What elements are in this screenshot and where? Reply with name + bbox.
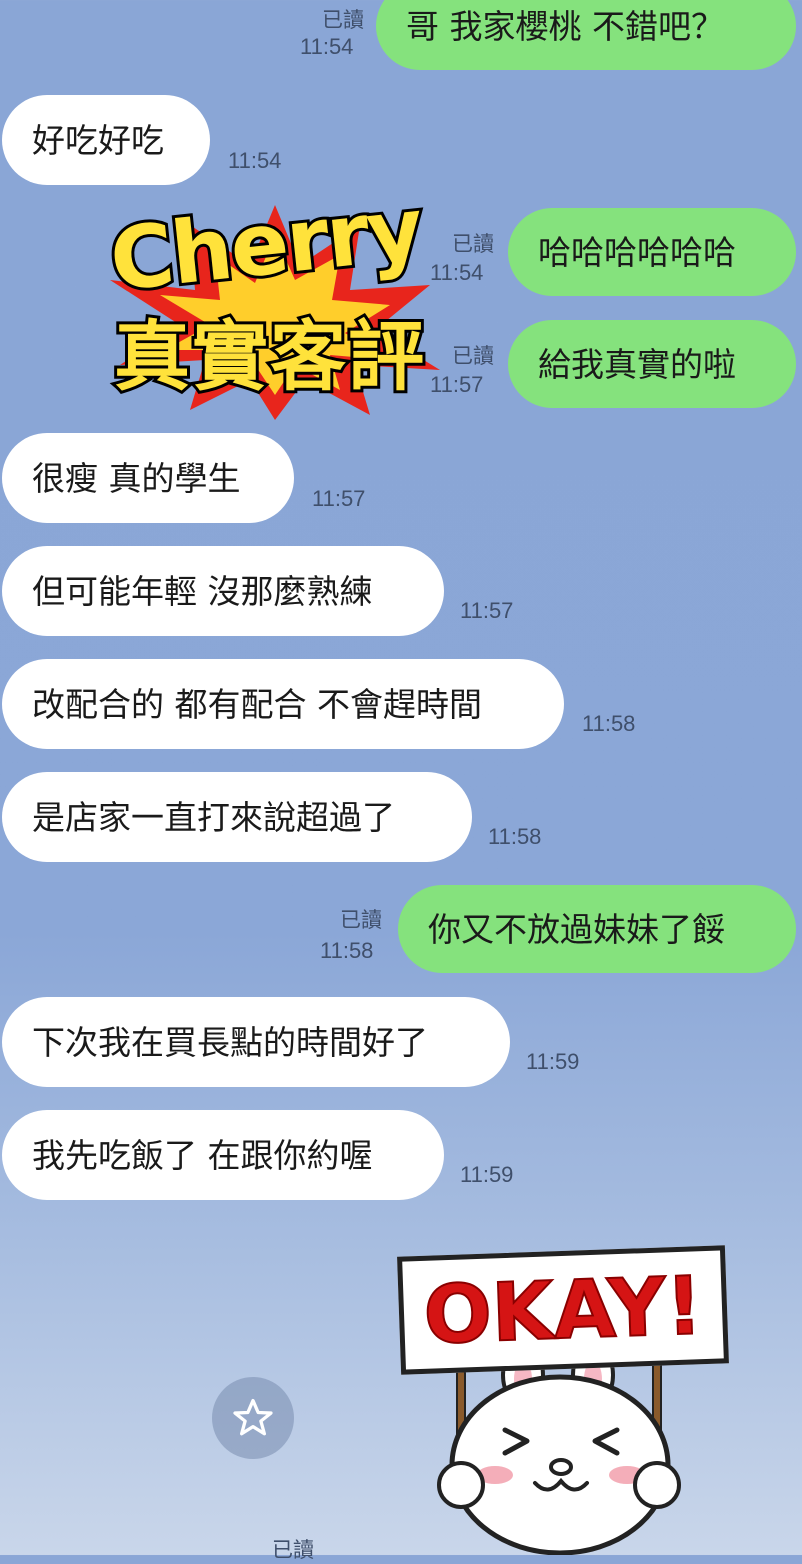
- message-bubble-incoming[interactable]: 下次我在買長點的時間好了: [2, 997, 510, 1087]
- okay-sign: OKAY!: [397, 1245, 729, 1375]
- read-receipt: 已讀: [452, 344, 494, 368]
- message-time: 11:54: [228, 148, 282, 173]
- read-receipt: 已讀: [322, 8, 364, 32]
- favorite-button[interactable]: [212, 1377, 294, 1459]
- okay-sign-text: OKAY!: [421, 1258, 705, 1363]
- message-time: 11:57: [460, 598, 514, 623]
- message-bubble-incoming[interactable]: 我先吃飯了 在跟你約喔: [2, 1110, 444, 1200]
- cherry-review-badge: Cherry 真實客評: [100, 176, 450, 420]
- message-bubble-outgoing[interactable]: 哥 我家櫻桃 不錯吧？: [376, 0, 796, 70]
- message-time: 11:57: [312, 486, 366, 511]
- message-time: 11:58: [582, 711, 636, 736]
- message-bubble-outgoing[interactable]: 哈哈哈哈哈哈: [508, 208, 796, 296]
- message-bubble-incoming[interactable]: 但可能年輕 沒那麼熟練: [2, 546, 444, 636]
- badge-title-zh: 真實客評: [111, 309, 427, 404]
- message-bubble-incoming[interactable]: 好吃好吃: [2, 95, 210, 185]
- message-bubble-incoming[interactable]: 很瘦 真的學生: [2, 433, 294, 523]
- message-time: 11:57: [430, 372, 484, 397]
- read-receipt: 已讀: [272, 1538, 314, 1562]
- message-bubble-incoming[interactable]: 改配合的 都有配合 不會趕時間: [2, 659, 564, 749]
- okay-sticker[interactable]: OKAY!: [395, 1245, 729, 1555]
- message-time: 11:54: [430, 260, 484, 285]
- message-time: 11:59: [526, 1049, 580, 1074]
- message-bubble-outgoing[interactable]: 你又不放過妹妹了餒: [398, 885, 796, 973]
- message-time: 11:54: [300, 34, 354, 59]
- read-receipt: 已讀: [452, 232, 494, 256]
- message-time: 11:59: [460, 1162, 514, 1187]
- message-bubble-incoming[interactable]: 是店家一直打來說超過了: [2, 772, 472, 862]
- message-time: 11:58: [320, 938, 374, 963]
- read-receipt: 已讀: [340, 908, 382, 932]
- message-time: 11:58: [488, 824, 542, 849]
- star-icon: [233, 1398, 273, 1436]
- message-bubble-outgoing[interactable]: 給我真實的啦: [508, 320, 796, 408]
